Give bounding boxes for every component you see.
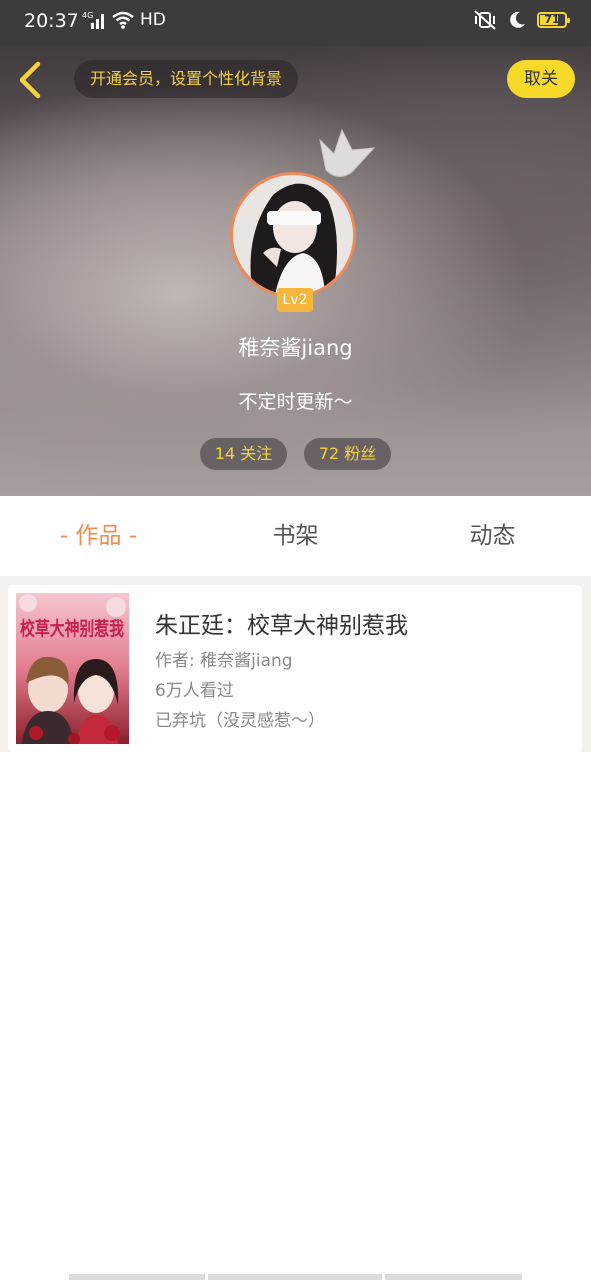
book-title[interactable]: 朱正廷：校草大神别惹我 (155, 606, 408, 640)
svg-text:4G: 4G (82, 11, 93, 20)
tab-activity[interactable]: 动态 (394, 496, 591, 576)
book-cover[interactable]: 校草大神别惹我 (16, 593, 129, 744)
book-cover-image: 校草大神别惹我 (16, 593, 129, 744)
book-author: 作者: 稚奈酱jiang (155, 651, 293, 671)
profile-tabs: - 作品 - 书架 动态 (0, 496, 591, 576)
moon-icon (510, 11, 525, 28)
vibrate-mute-icon (474, 10, 496, 30)
user-bio: 不定时更新～ (238, 391, 353, 413)
signal-icon: 4G (82, 11, 104, 29)
crown-icon (319, 128, 376, 177)
wifi-icon (112, 11, 134, 29)
svg-text:校草大神别惹我: 校草大神别惹我 (20, 617, 124, 640)
tab-bookshelf[interactable]: 书架 (197, 496, 394, 576)
unfollow-button[interactable]: 取关 (507, 60, 575, 98)
nav-gesture-bar (69, 1274, 205, 1280)
battery-icon: 71 (537, 12, 570, 28)
profile-header: 开通会员，设置个性化背景 取关 Lv2 稚奈酱jiang 不定时更新～ 14 关… (0, 46, 591, 496)
nav-gesture-bar (385, 1274, 522, 1280)
avatar-image (233, 175, 353, 295)
status-right-icons: 71 (473, 10, 570, 30)
network-indicators: 4G HD (82, 10, 166, 30)
book-views: 6万人看过 (155, 681, 234, 701)
level-badge: Lv2 (277, 288, 313, 312)
chevron-left-icon (19, 61, 41, 99)
username: 稚奈酱jiang (238, 336, 353, 360)
status-bar: 20:37 4G HD 71 (0, 0, 591, 46)
nav-gesture-bar (208, 1274, 382, 1280)
vip-background-promo[interactable]: 开通会员，设置个性化背景 (74, 60, 299, 98)
hd-label: HD (140, 10, 166, 30)
book-status: 已弃坑（没灵感惹～） (155, 711, 325, 731)
following-count[interactable]: 14 关注 (200, 438, 287, 470)
tab-works[interactable]: - 作品 - (0, 496, 197, 576)
followers-count[interactable]: 72 粉丝 (304, 438, 391, 470)
status-time: 20:37 (24, 10, 79, 32)
back-button[interactable] (14, 60, 50, 100)
avatar[interactable] (230, 172, 356, 298)
